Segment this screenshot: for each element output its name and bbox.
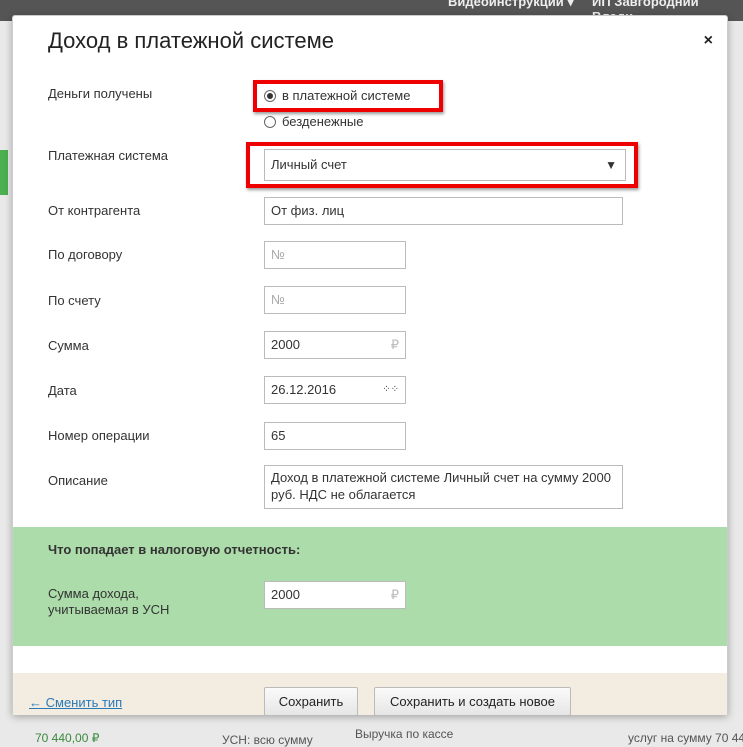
invoice-label: По счету [48, 293, 101, 308]
contract-label: По договору [48, 247, 123, 262]
tax-section: Что попадает в налоговую отчетность: Сум… [13, 527, 727, 646]
tax-sum-value: 2000 [271, 587, 300, 602]
bg-amount: 70 440,00 ₽ [35, 731, 100, 745]
radio-non-cash[interactable]: безденежные [264, 114, 363, 129]
bg-green-button [0, 150, 8, 195]
tax-heading: Что попадает в налоговую отчетность: [48, 542, 301, 557]
save-button[interactable]: Сохранить [264, 687, 358, 716]
income-dialog: Доход в платежной системе × Деньги получ… [12, 15, 728, 716]
highlight-box [253, 80, 443, 112]
counterparty-input[interactable]: От физ. лиц [264, 197, 623, 225]
bg-services: услуг на сумму 70 440 [628, 731, 743, 745]
date-value: 26.12.2016 [271, 382, 337, 397]
save-and-new-button[interactable]: Сохранить и создать новое [374, 687, 571, 716]
video-instructions-menu[interactable]: Видеоинструкции ▾ [448, 0, 574, 10]
ruble-icon: ₽ [390, 337, 399, 352]
tax-sum-input[interactable]: 2000 ₽ [264, 581, 406, 609]
sum-input[interactable]: 2000 ₽ [264, 331, 406, 359]
highlight-box [246, 142, 638, 188]
payment-system-label: Платежная система [48, 148, 168, 163]
ruble-icon: ₽ [390, 587, 399, 602]
date-label: Дата [48, 383, 77, 398]
sum-label: Сумма [48, 338, 89, 353]
bg-revenue: Выручка по кассе [355, 727, 454, 741]
bg-usn: УСН: всю сумму [222, 733, 313, 747]
close-icon[interactable]: × [704, 32, 713, 50]
change-type-link[interactable]: ← Сменить тип [29, 695, 122, 710]
date-input[interactable]: 26.12.2016 ⁘⁘ [264, 376, 406, 404]
sum-value: 2000 [271, 337, 300, 352]
dialog-footer: ← Сменить тип Сохранить Сохранить и созд… [13, 673, 727, 716]
calendar-icon[interactable]: ⁘⁘ [382, 377, 399, 403]
radio-label: безденежные [282, 114, 364, 129]
invoice-input[interactable]: № [264, 286, 406, 314]
contract-input[interactable]: № [264, 241, 406, 269]
description-textarea[interactable]: Доход в платежной системе Личный счет на… [264, 465, 623, 509]
radio-unchecked-icon[interactable] [264, 115, 276, 128]
description-label: Описание [48, 473, 108, 488]
tax-sum-label: Сумма дохода, учитываемая в УСН [48, 586, 170, 617]
dialog-title: Доход в платежной системе [48, 28, 334, 53]
counterparty-label: От контрагента [48, 203, 141, 218]
operation-number-input[interactable]: 65 [264, 422, 406, 450]
money-received-label: Деньги получены [48, 86, 153, 101]
operation-number-label: Номер операции [48, 428, 150, 443]
